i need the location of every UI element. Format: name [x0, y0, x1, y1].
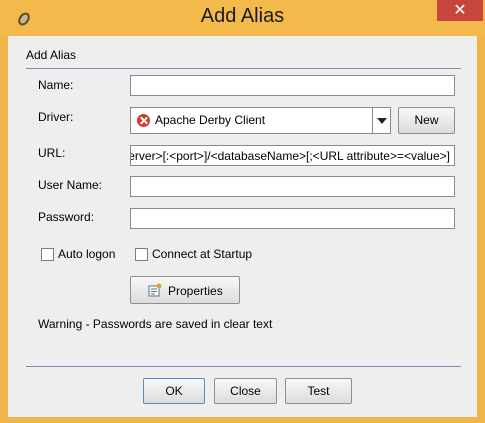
properties-button[interactable]: Properties [130, 276, 240, 304]
url-input[interactable]: erver>[:<port>]/<databaseName>[;<URL att… [130, 145, 455, 166]
password-input[interactable] [130, 208, 455, 229]
auto-logon-checkbox[interactable] [41, 248, 54, 261]
password-label: Password: [38, 210, 95, 224]
properties-icon [148, 283, 162, 297]
window-title: Add Alias [200, 5, 285, 27]
connect-at-startup-checkbox[interactable] [135, 248, 148, 261]
ok-button[interactable]: OK [143, 378, 205, 404]
close-window-button[interactable]: ✕ [437, 0, 483, 21]
driver-select[interactable]: Apache Derby Client [130, 107, 391, 134]
connect-at-startup-label: Connect at Startup [152, 247, 253, 261]
auto-logon-label: Auto logon [58, 247, 116, 261]
error-icon [137, 114, 150, 127]
driver-select-value: Apache Derby Client [155, 113, 266, 127]
warning-text: Warning - Passwords are saved in clear t… [38, 317, 273, 331]
chevron-down-icon[interactable] [372, 108, 390, 133]
properties-button-label: Properties [168, 284, 223, 298]
new-driver-button[interactable]: New [398, 107, 455, 134]
footer-divider [26, 366, 461, 367]
username-label: User Name: [38, 178, 103, 192]
driver-label: Driver: [38, 110, 74, 124]
section-divider [26, 68, 461, 69]
close-button[interactable]: Close [214, 378, 277, 404]
url-label: URL: [38, 146, 66, 160]
url-input-value: erver>[:<port>]/<databaseName>[;<URL att… [130, 149, 450, 163]
username-input[interactable] [130, 176, 455, 197]
section-title: Add Alias [26, 48, 77, 62]
name-label: Name: [38, 78, 74, 92]
test-button[interactable]: Test [285, 378, 352, 404]
name-input[interactable] [130, 75, 455, 96]
